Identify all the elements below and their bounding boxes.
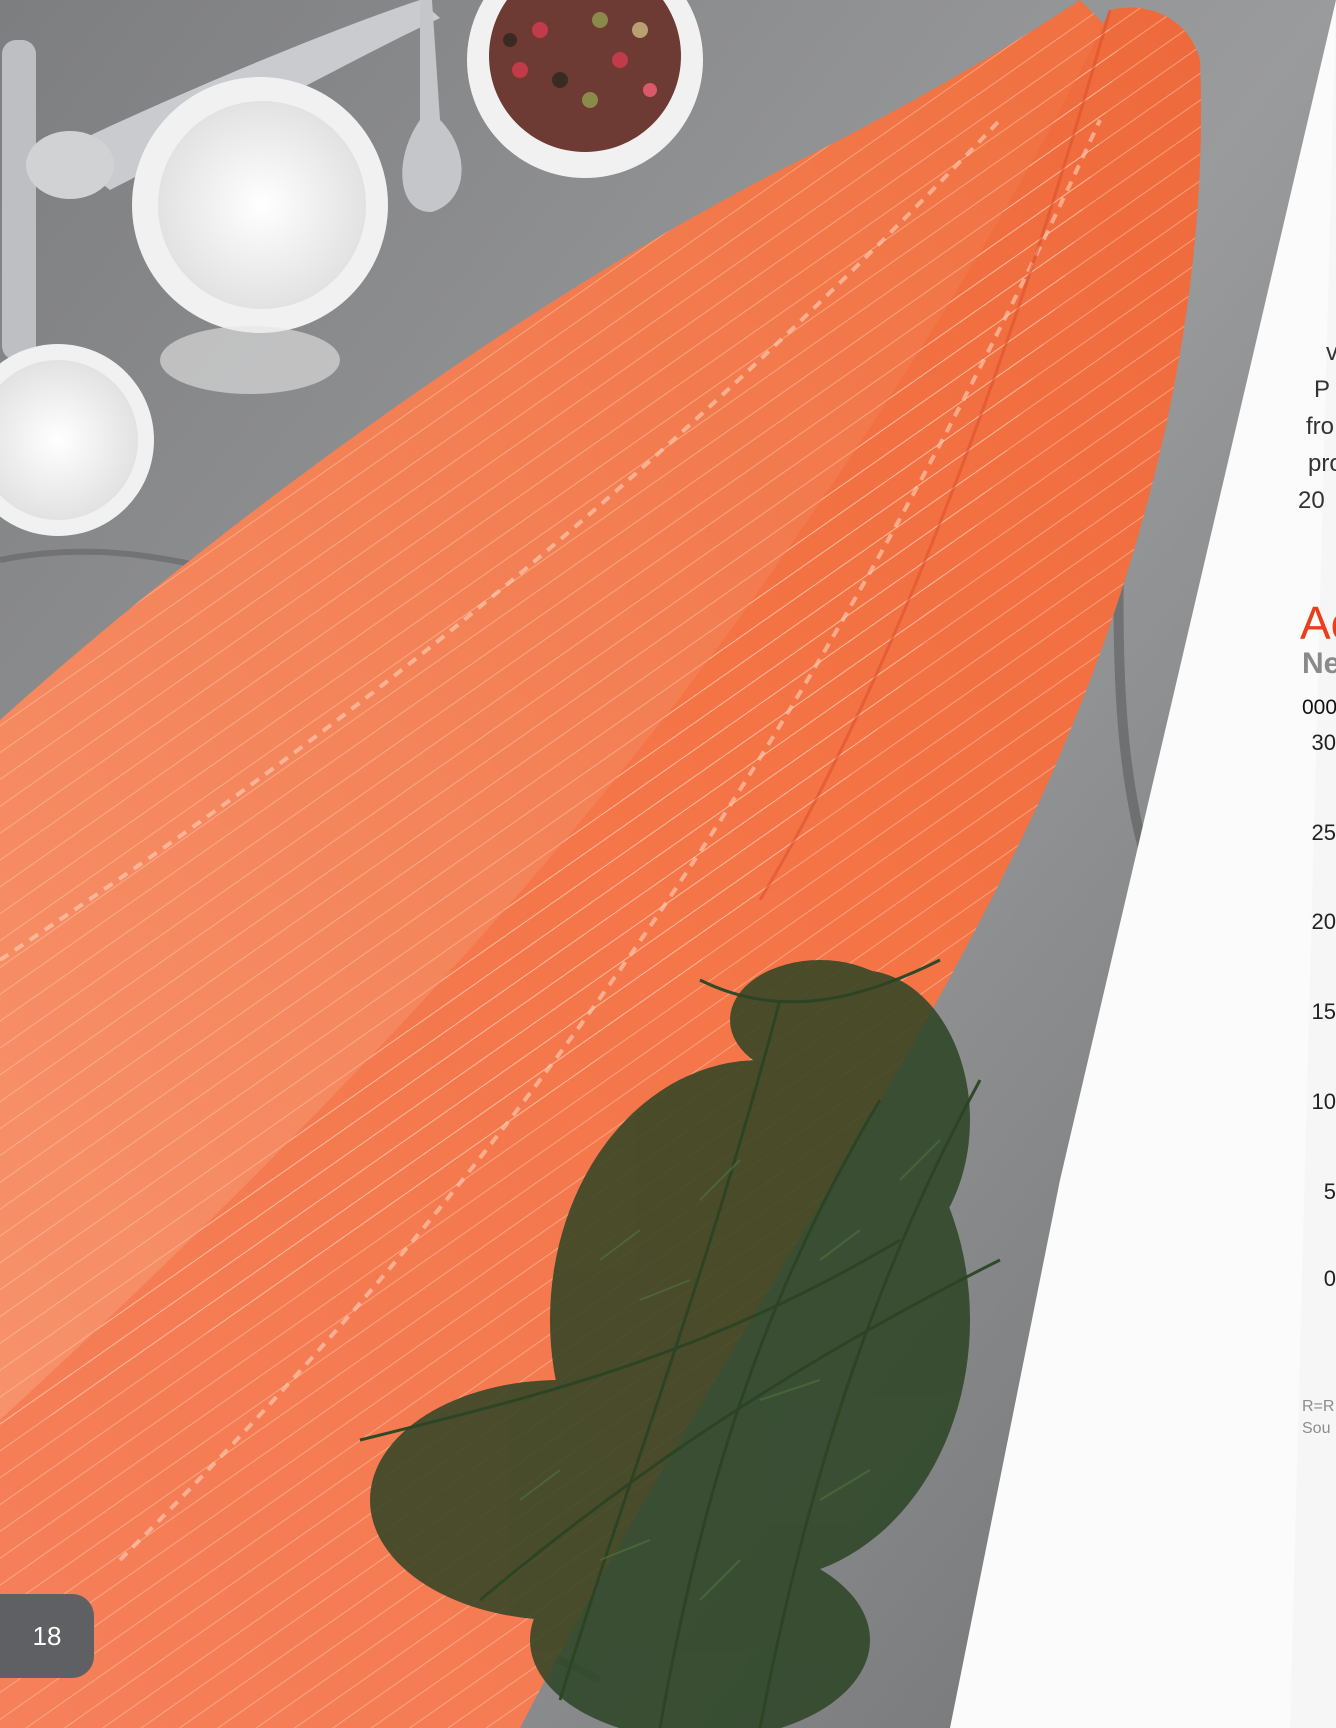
y-tick-label: 0 bbox=[1323, 1266, 1336, 1291]
brochure-page: v P fro pro 20 Ac Ne 000 30 25 20 15 10 … bbox=[0, 0, 1336, 1728]
body-text-line: P bbox=[1314, 376, 1331, 403]
y-tick-label: 5 bbox=[1323, 1179, 1336, 1204]
body-text-line: 20 bbox=[1298, 487, 1325, 514]
chart-title: Ac bbox=[1300, 597, 1336, 649]
y-tick-label: 25 bbox=[1311, 820, 1336, 845]
y-tick-label: 10 bbox=[1311, 1089, 1336, 1114]
y-tick-label: 30 bbox=[1311, 730, 1336, 755]
page-number-badge: 18 bbox=[0, 1594, 94, 1678]
chart-unit-label: 000 bbox=[1302, 696, 1336, 719]
white-diagonal-panel bbox=[950, 0, 1336, 1728]
y-tick-label: 20 bbox=[1311, 909, 1336, 934]
footnote-line: Sou bbox=[1302, 1420, 1331, 1437]
body-text-line: v bbox=[1326, 339, 1336, 366]
page-number: 18 bbox=[32, 1620, 62, 1651]
body-text-line: pro bbox=[1308, 450, 1336, 477]
footnote-line: R=R bbox=[1302, 1398, 1335, 1415]
body-text-line: fro bbox=[1306, 413, 1335, 440]
chart-subtitle: Ne bbox=[1302, 647, 1336, 680]
y-tick-label: 15 bbox=[1311, 999, 1336, 1024]
body-text: v P fro pro 20 bbox=[1284, 334, 1336, 519]
